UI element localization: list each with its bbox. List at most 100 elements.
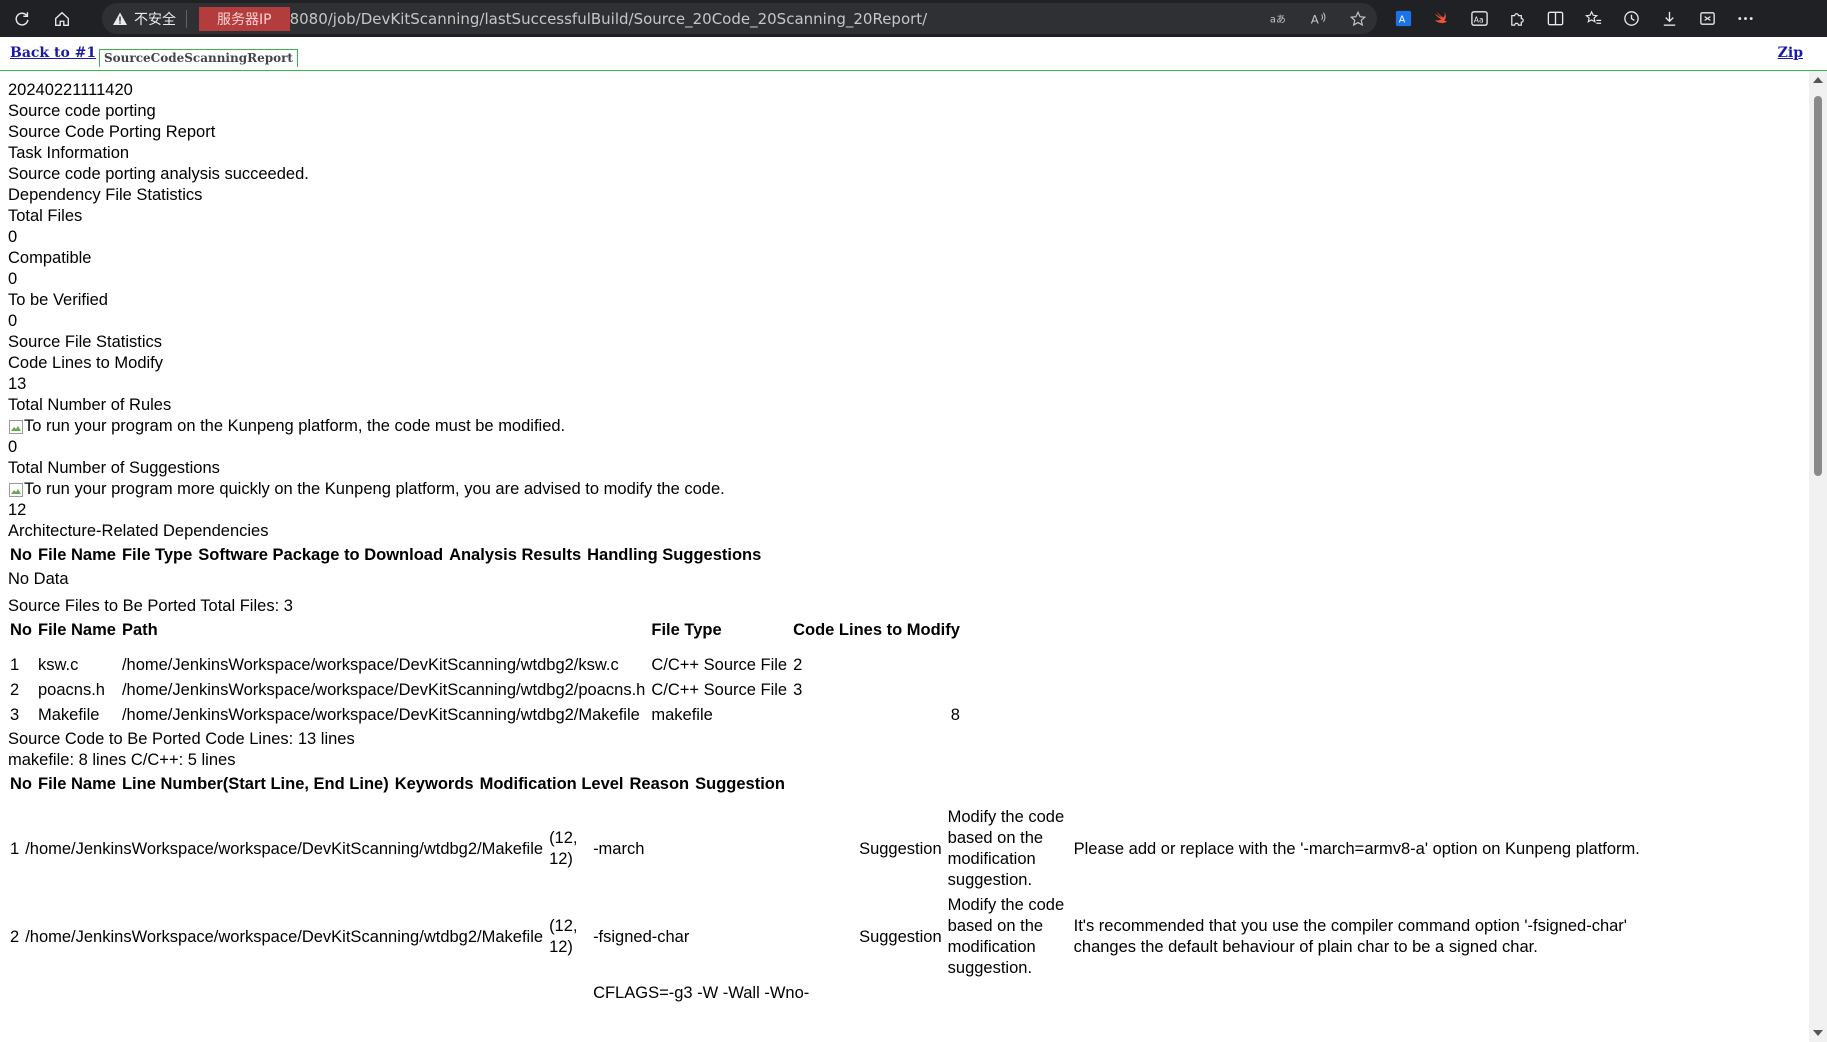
read-aloud-icon[interactable]: A [1309,10,1327,28]
lines-to-modify: 8 [950,706,960,724]
table-header-cell: File Name [38,546,116,564]
rules-broken-image: To run your program on the Kunpeng platf… [8,416,1798,437]
row-number: 1 [10,839,20,858]
broken-image-icon [9,419,23,434]
favorites-button[interactable] [1583,9,1603,29]
dependency-table: No File Name File Type Software Package … [6,542,765,569]
scroll-down-arrow-icon[interactable] [1813,1030,1823,1036]
suggestions-image-alt-text: To run your program more quickly on the … [24,480,725,498]
screenshot-icon [1699,12,1715,25]
total-files-label: Total Files [8,207,83,225]
address-bar[interactable]: 不安全 服务器IP 8080/job/DevKitScanning/lastSu… [102,3,1377,34]
svg-text:Aa: Aa [1473,15,1483,24]
compatible-label: Compatible [8,249,92,267]
total-rules-value: 0 [8,438,18,456]
more-menu-button[interactable] [1735,9,1755,29]
file-name: poacns.h [38,681,105,699]
code-lines-summary: Source Code to Be Ported Code Lines: 13 … [8,730,355,748]
line-range: (12, 12) [549,829,578,868]
table-header-cell: Software Package to Download [198,546,444,564]
dependency-stats-label: Dependency File Statistics [8,186,203,204]
downloads-button[interactable] [1659,9,1679,29]
to-be-verified-label: To be Verified [8,291,108,309]
line-range: (12, 12) [549,917,578,956]
table-header-row: No File Name Path File Type Code Lines t… [8,619,962,642]
lines-to-modify: 2 [793,656,803,674]
keyword: -march [593,839,645,858]
suggestion: It's recommended that you use the compil… [1073,917,1627,956]
lines-to-modify: 3 [793,681,803,699]
table-header-row: No File Name File Type Software Package … [8,544,763,567]
code-lines-breakdown: makefile: 8 lines C/C++: 5 lines [8,751,236,769]
detail-rows-table: 1 /home/JenkinsWorkspace/workspace/DevKi… [6,804,1678,1007]
section-title: Source code porting [8,102,156,120]
report-title: Source Code Porting Report [8,123,216,141]
translate-icon[interactable]: aあ [1269,10,1287,28]
table-row: 1 ksw.c /home/JenkinsWorkspace/workspace… [8,654,962,677]
status-text: Source code porting analysis succeeded. [8,165,309,183]
reason: Modify the code based on the modificatio… [947,896,1065,977]
table-header-cell: Suggestion [695,775,785,793]
suggestions-broken-image: To run your program more quickly on the … [8,479,1798,500]
scroll-up-arrow-icon[interactable] [1813,77,1823,83]
report-content: 20240221111420 Source code porting Sourc… [8,80,1798,1007]
dictionary-extension[interactable]: Aa [1469,9,1489,29]
total-files-value: 0 [8,228,18,246]
table-header-cell: File Name [38,775,116,793]
table-row: CFLAGS=-g3 -W -Wall -Wno- [8,982,1676,1005]
code-lines-label: Code Lines to Modify [8,354,164,372]
table-header-cell: Keywords [394,775,474,793]
compatible-value: 0 [8,270,18,288]
file-path: /home/JenkinsWorkspace/workspace/DevKitS… [121,706,640,724]
refresh-icon [15,11,29,26]
table-row: 1 /home/JenkinsWorkspace/workspace/DevKi… [8,806,1676,892]
history-button[interactable] [1621,9,1641,29]
modification-level: Suggestion [859,839,942,858]
vertical-scrollbar[interactable] [1809,71,1827,1042]
home-button[interactable] [44,3,80,35]
table-header-cell: Reason [629,775,690,793]
html-publisher-header: Back to #1 SourceCodeScanningReport Zip [0,37,1827,71]
table-header-cell: Handling Suggestions [587,546,762,564]
report-tab[interactable]: SourceCodeScanningReport [99,49,298,67]
address-bar-actions: aあ A [1269,3,1367,34]
table-header-cell: Analysis Results [449,546,582,564]
row-number: 2 [10,681,20,699]
zip-download-link[interactable]: Zip [1778,45,1803,61]
table-header-cell: File Type [121,546,193,564]
file-name: ksw.c [38,656,79,674]
refresh-button[interactable] [4,3,40,35]
code-lines-value: 13 [8,375,27,393]
split-screen-icon [1547,11,1563,26]
home-icon [55,11,69,26]
report-timestamp: 20240221111420 [8,81,133,99]
file-name: Makefile [38,706,100,724]
file-type: makefile [651,706,713,724]
file-path: /home/JenkinsWorkspace/workspace/DevKitS… [25,927,544,946]
total-suggestions-label: Total Number of Suggestions [8,459,220,477]
translator-extension[interactable]: A [1393,9,1413,29]
screenshot-button[interactable] [1697,9,1717,29]
file-path: /home/JenkinsWorkspace/workspace/DevKitS… [121,681,646,699]
translator-extension-icon: A [1395,10,1411,27]
svg-text:A: A [1311,12,1319,26]
address-separator [186,9,187,28]
row-number: 3 [10,706,20,724]
task-info-label: Task Information [8,144,130,162]
url-text[interactable]: 8080/job/DevKitScanning/lastSuccessfulBu… [290,10,928,28]
split-screen-button[interactable] [1545,9,1565,29]
svg-text:aあ: aあ [1270,13,1286,25]
favorite-star-icon[interactable] [1349,10,1367,28]
table-header-cell: Path [121,621,158,639]
extensions-area: A Aa [1393,0,1755,37]
reason: Modify the code based on the modificatio… [947,808,1065,889]
table-header-cell: No [10,775,32,793]
insecure-label[interactable]: 不安全 [134,9,176,29]
back-to-build-link[interactable]: Back to #1 [10,45,96,61]
swift-extension[interactable] [1431,9,1451,29]
extensions-button[interactable] [1507,9,1527,29]
rules-image-alt-text: To run your program on the Kunpeng platf… [24,417,566,435]
file-path: /home/JenkinsWorkspace/workspace/DevKitS… [25,839,544,858]
table-header-cell: No [10,546,32,564]
scrollbar-thumb[interactable] [1814,96,1822,476]
